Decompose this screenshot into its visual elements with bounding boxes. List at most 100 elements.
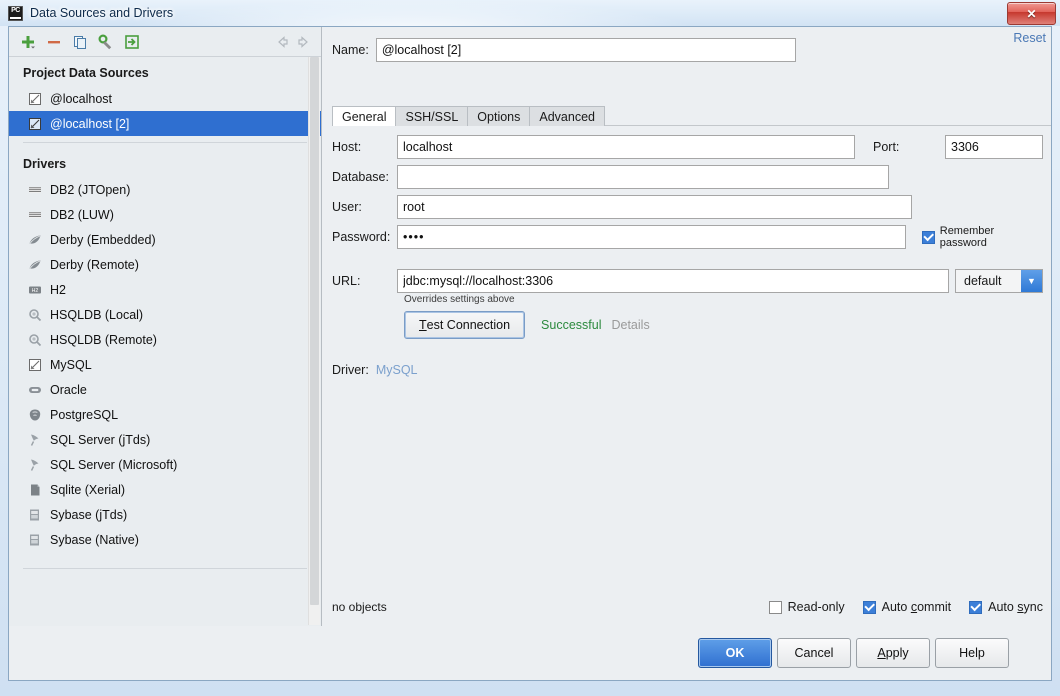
password-input[interactable] <box>397 225 906 249</box>
cancel-button[interactable]: Cancel <box>777 638 851 668</box>
driver-list-item[interactable]: SQL Server (Microsoft) <box>9 452 321 477</box>
auto-sync-checkbox[interactable] <box>969 600 983 614</box>
password-label: Password: <box>332 230 391 244</box>
url-scheme-value: default <box>964 274 1002 288</box>
chevron-down-icon[interactable]: ▼ <box>1021 270 1042 292</box>
pycharm-icon: PC <box>8 5 23 21</box>
title-bar: PC Data Sources and Drivers ✕ <box>0 0 1060 26</box>
mysql-icon <box>27 116 43 132</box>
sybase-icon <box>27 532 43 548</box>
name-row: Name: <box>332 38 1043 62</box>
driver-list-item[interactable]: DB2 (JTOpen) <box>9 177 321 202</box>
driver-list-item[interactable]: Derby (Remote) <box>9 252 321 277</box>
driver-list-item[interactable]: HSQLDB (Remote) <box>9 327 321 352</box>
reset-link[interactable]: Reset <box>1013 31 1046 45</box>
left-pane: Project Data Sources @localhost @localho… <box>9 27 322 626</box>
user-row: User: <box>332 195 1043 219</box>
driver-list-item-label: Sybase (Native) <box>50 532 139 547</box>
driver-list-item[interactable]: Sybase (jTds) <box>9 502 321 527</box>
import-icon[interactable] <box>119 30 145 54</box>
user-label: User: <box>332 200 362 214</box>
dialog-button-bar: OK Cancel Apply Help <box>9 626 1051 680</box>
back-arrow-icon[interactable] <box>271 30 293 54</box>
driver-list-item-label: SQL Server (jTds) <box>50 432 151 447</box>
window-title: Data Sources and Drivers <box>30 6 174 20</box>
wrench-icon[interactable] <box>93 30 119 54</box>
add-button[interactable] <box>15 30 41 54</box>
driver-list-item[interactable]: Derby (Embedded) <box>9 227 321 252</box>
host-row: Host: Port: <box>332 135 1043 159</box>
driver-list-item-label: Derby (Embedded) <box>50 232 156 247</box>
sqlserver-icon <box>27 457 43 473</box>
driver-list-item[interactable]: MySQL <box>9 352 321 377</box>
auto-commit-checkbox[interactable] <box>862 600 876 614</box>
tab-options[interactable]: Options <box>467 106 531 126</box>
remove-button[interactable] <box>41 30 67 54</box>
url-scheme-select[interactable]: default ▼ <box>955 269 1043 293</box>
copy-button[interactable] <box>67 30 93 54</box>
host-input[interactable] <box>397 135 855 159</box>
url-label: URL: <box>332 274 361 288</box>
hsqldb-icon <box>27 332 43 348</box>
test-connection-button[interactable]: Test Connection <box>404 311 526 339</box>
client-area: Project Data Sources @localhost @localho… <box>8 26 1052 681</box>
driver-list-item[interactable]: H2 H2 <box>9 277 321 302</box>
dialog-window: PC Data Sources and Drivers ✕ Project Da… <box>0 0 1060 696</box>
auto-sync-option[interactable]: Auto sync <box>969 600 1043 614</box>
read-only-checkbox[interactable] <box>768 600 782 614</box>
driver-list-item[interactable]: Sqlite (Xerial) <box>9 477 321 502</box>
sqlserver-icon <box>27 432 43 448</box>
test-connection-mnemonic: T <box>419 318 427 332</box>
sidebar-list[interactable]: Project Data Sources @localhost @localho… <box>9 56 321 626</box>
tab-bar[interactable]: General SSH/SSL Options Advanced <box>332 105 605 126</box>
read-only-label: Read-only <box>787 600 845 614</box>
mysql-icon <box>27 91 43 107</box>
help-button[interactable]: Help <box>935 638 1009 668</box>
read-only-option[interactable]: Read-only <box>768 600 845 614</box>
close-icon[interactable]: ✕ <box>1007 2 1056 25</box>
details-link[interactable]: Details <box>611 318 649 332</box>
tab-general[interactable]: General <box>332 106 397 126</box>
project-data-sources-header: Project Data Sources <box>23 66 149 80</box>
apply-button[interactable]: Apply <box>856 638 930 668</box>
host-label: Host: <box>332 140 362 154</box>
drivers-divider <box>23 568 307 569</box>
driver-list-item-label: DB2 (JTOpen) <box>50 182 131 197</box>
ok-button[interactable]: OK <box>698 638 772 668</box>
oracle-icon <box>27 382 43 398</box>
tab-advanced[interactable]: Advanced <box>529 106 605 126</box>
drivers-list[interactable]: DB2 (JTOpen) DB2 (LUW) Derby (Embedded) Der… <box>9 177 321 552</box>
driver-list-item[interactable]: Sybase (Native) <box>9 527 321 552</box>
name-label: Name: <box>332 43 369 57</box>
remember-password-checkbox[interactable] <box>921 230 935 244</box>
port-label: Port: <box>873 140 900 154</box>
driver-link[interactable]: MySQL <box>376 363 418 377</box>
port-input[interactable] <box>945 135 1043 159</box>
driver-list-item-label: DB2 (LUW) <box>50 207 114 222</box>
driver-list-item[interactable]: SQL Server (jTds) <box>9 427 321 452</box>
url-input[interactable] <box>397 269 949 293</box>
sidebar-item-localhost-2[interactable]: @localhost [2] <box>9 111 321 136</box>
status-badge: Successful <box>541 318 602 332</box>
sidebar-item-localhost[interactable]: @localhost <box>9 86 321 111</box>
driver-list-item-label: H2 <box>50 282 66 297</box>
svg-text:H2: H2 <box>32 288 39 294</box>
auto-commit-option[interactable]: Auto commit <box>862 600 951 614</box>
database-label: Database: <box>332 170 389 184</box>
driver-list-item[interactable]: PostgreSQL <box>9 402 321 427</box>
forward-arrow-icon[interactable] <box>293 30 315 54</box>
driver-list-item-label: SQL Server (Microsoft) <box>50 457 178 472</box>
driver-list-item[interactable]: Oracle <box>9 377 321 402</box>
name-input[interactable] <box>375 38 796 62</box>
sidebar-scrollbar-thumb[interactable] <box>310 57 319 605</box>
driver-list-item[interactable]: DB2 (LUW) <box>9 202 321 227</box>
database-input[interactable] <box>397 165 889 189</box>
tab-ssh-ssl[interactable]: SSH/SSL <box>395 106 469 126</box>
title-glow <box>130 0 690 26</box>
mysql-icon <box>27 357 43 373</box>
user-input[interactable] <box>397 195 912 219</box>
sidebar-scrollbar[interactable] <box>308 57 320 625</box>
driver-list-item[interactable]: HSQLDB (Local) <box>9 302 321 327</box>
driver-list-item-label: PostgreSQL <box>50 407 119 422</box>
sidebar-toolbar <box>9 27 321 57</box>
